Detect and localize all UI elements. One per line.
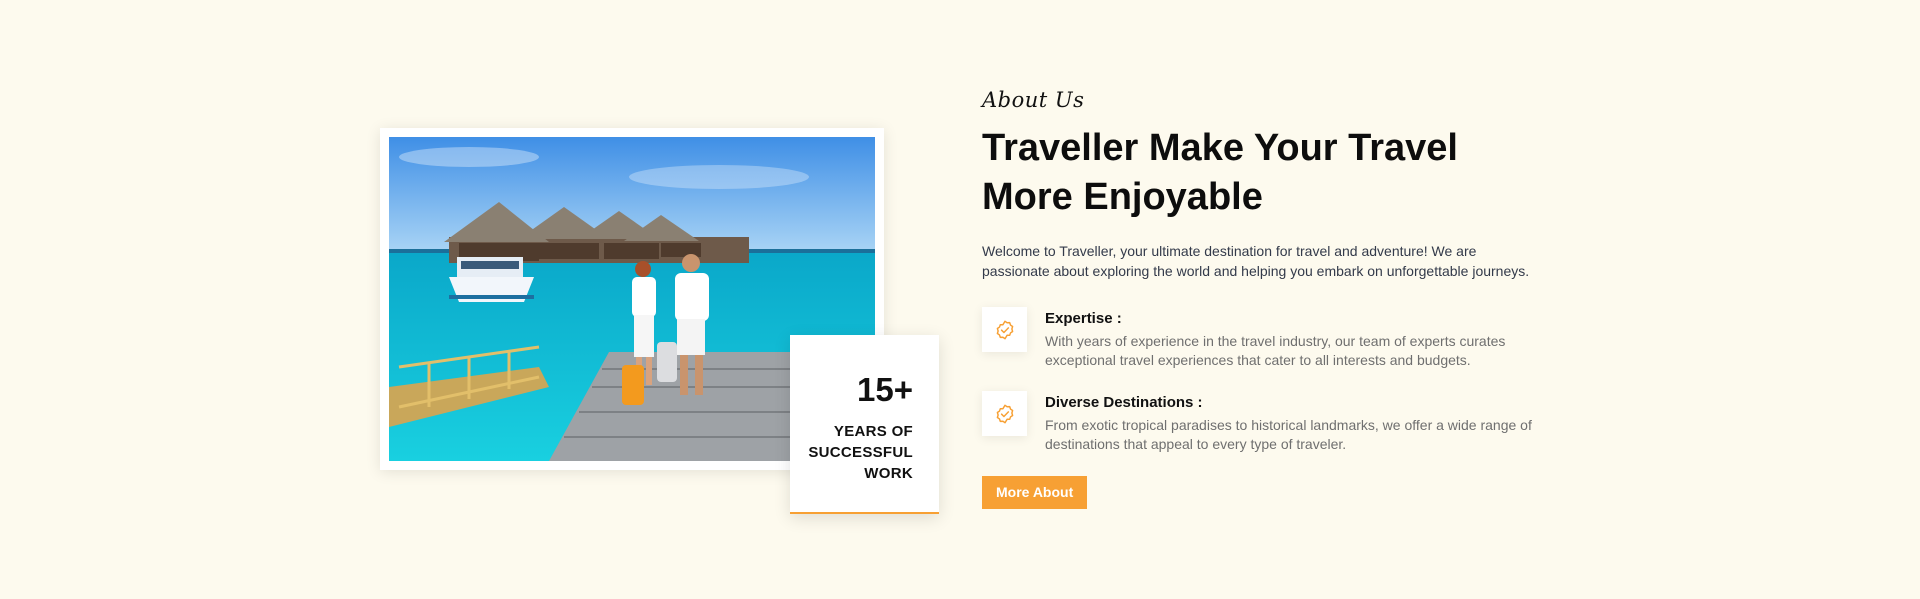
section-heading: Traveller Make Your Travel More Enjoyabl… <box>982 127 1458 218</box>
feature-text: From exotic tropical paradises to histor… <box>1045 417 1532 452</box>
feature-diverse-destinations: Diverse Destinations : From exotic tropi… <box>982 391 1542 454</box>
stat-number: 15+ <box>857 371 913 408</box>
feature-title: Expertise : <box>1045 310 1122 327</box>
intro-paragraph: Welcome to Traveller, your ultimate dest… <box>982 243 1530 279</box>
experience-stat-card: 15+ YEARS OF SUCCESSFUL WORK <box>790 335 939 514</box>
feature-text: With years of experience in the travel i… <box>1045 333 1506 368</box>
badge-check-icon <box>982 391 1027 436</box>
badge-check-icon <box>982 307 1027 352</box>
feature-expertise: Expertise : With years of experience in … <box>982 307 1542 370</box>
more-about-button[interactable]: More About <box>982 476 1088 509</box>
about-content: About Us Traveller Make Your Travel More… <box>982 86 1542 509</box>
feature-title: Diverse Destinations : <box>1045 394 1203 411</box>
stat-label: YEARS OF SUCCESSFUL WORK <box>808 423 913 482</box>
section-eyebrow: About Us <box>982 88 1085 112</box>
